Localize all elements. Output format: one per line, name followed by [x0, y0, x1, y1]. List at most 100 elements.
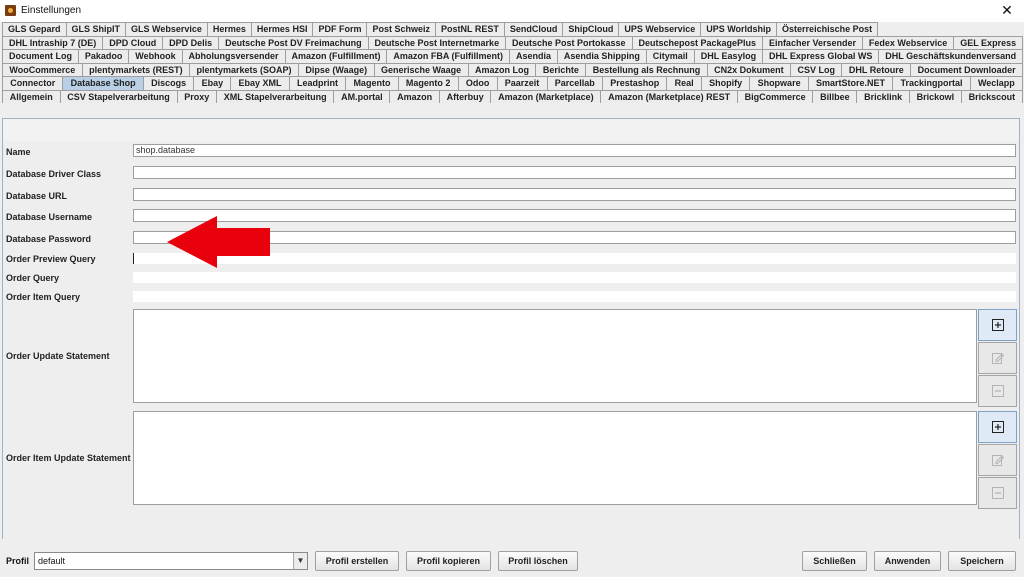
- speichern-button[interactable]: Speichern: [948, 551, 1016, 571]
- tab-magento-2[interactable]: Magento 2: [397, 76, 459, 90]
- tab-real[interactable]: Real: [666, 76, 702, 90]
- tab-deutsche-post-dv-freimachung[interactable]: Deutsche Post DV Freimachung: [218, 35, 369, 49]
- tab-gel-express[interactable]: GEL Express: [953, 35, 1024, 49]
- tab-amazon-fulfillment[interactable]: Amazon (Fulfillment): [284, 49, 388, 63]
- edit-order-item-update-button[interactable]: [978, 444, 1017, 476]
- order-query-field[interactable]: [133, 272, 1016, 283]
- tab-csv-log[interactable]: CSV Log: [790, 62, 843, 76]
- tab-amazon-fba-fulfillment[interactable]: Amazon FBA (Fulfillment): [386, 49, 510, 63]
- profil-loeschen-button[interactable]: Profil löschen: [498, 551, 578, 571]
- tab-dhl-easylog[interactable]: DHL Easylog: [693, 49, 764, 63]
- close-button[interactable]: ✕: [990, 0, 1024, 22]
- tab-prestashop[interactable]: Prestashop: [601, 76, 668, 90]
- tab-gls-gepard[interactable]: GLS Gepard: [2, 22, 67, 36]
- tab-xml-stapelverarbeitung[interactable]: XML Stapelverarbeitung: [216, 89, 335, 103]
- tab-citymail[interactable]: Citymail: [645, 49, 695, 63]
- schliessen-button[interactable]: Schließen: [802, 551, 867, 571]
- name-field[interactable]: shop.database: [133, 144, 1016, 157]
- tab-allgemein[interactable]: Allgemein: [2, 89, 61, 103]
- order-item-query-field[interactable]: [133, 291, 1016, 302]
- database-url-field[interactable]: [133, 188, 1016, 201]
- tab-bigcommerce[interactable]: BigCommerce: [736, 89, 814, 103]
- tab-sendcloud[interactable]: SendCloud: [503, 22, 564, 36]
- tab-amazon-log[interactable]: Amazon Log: [467, 62, 537, 76]
- tab-deutschepost-packageplus[interactable]: Deutschepost PackagePlus: [631, 35, 763, 49]
- tab-hermes[interactable]: Hermes: [206, 22, 252, 36]
- profil-kopieren-button[interactable]: Profil kopieren: [406, 551, 491, 571]
- tab-paarzeit[interactable]: Paarzeit: [496, 76, 548, 90]
- tab-document-log[interactable]: Document Log: [2, 49, 79, 63]
- tab-shopware[interactable]: Shopware: [749, 76, 809, 90]
- tab-cn2x-dokument[interactable]: CN2x Dokument: [706, 62, 792, 76]
- tab-generische-waage[interactable]: Generische Waage: [373, 62, 469, 76]
- tab-österreichische-post[interactable]: Österreichische Post: [776, 22, 879, 36]
- tab-proxy[interactable]: Proxy: [176, 89, 218, 103]
- tab-ups-webservice[interactable]: UPS Webservice: [618, 22, 702, 36]
- tab-shipcloud[interactable]: ShipCloud: [562, 22, 620, 36]
- tab-deutsche-post-portokasse[interactable]: Deutsche Post Portokasse: [505, 35, 633, 49]
- tab-einfacher-versender[interactable]: Einfacher Versender: [761, 35, 863, 49]
- tab-billbee[interactable]: Billbee: [812, 89, 858, 103]
- tab-berichte[interactable]: Berichte: [535, 62, 587, 76]
- profil-erstellen-button[interactable]: Profil erstellen: [315, 551, 399, 571]
- tab-postnl-rest[interactable]: PostNL REST: [434, 22, 505, 36]
- order-item-update-statement-list[interactable]: [133, 411, 977, 505]
- order-update-statement-list[interactable]: [133, 309, 977, 403]
- profil-select[interactable]: default ▼: [34, 552, 308, 570]
- tab-deutsche-post-internetmarke[interactable]: Deutsche Post Internetmarke: [367, 35, 507, 49]
- edit-order-update-button[interactable]: [978, 342, 1017, 374]
- anwenden-button[interactable]: Anwenden: [874, 551, 941, 571]
- tab-magento[interactable]: Magento: [345, 76, 399, 90]
- tab-pdf-form[interactable]: PDF Form: [312, 22, 368, 36]
- tab-dhl-geschäftskundenversand[interactable]: DHL Geschäftskundenversand: [878, 49, 1024, 63]
- tab-dhl-express-global-ws[interactable]: DHL Express Global WS: [762, 49, 880, 63]
- tab-hermes-hsi[interactable]: Hermes HSI: [250, 22, 314, 36]
- tab-parcellab[interactable]: Parcellab: [546, 76, 603, 90]
- tab-am-portal[interactable]: AM.portal: [333, 89, 391, 103]
- tab-fedex-webservice[interactable]: Fedex Webservice: [861, 35, 955, 49]
- tab-document-downloader[interactable]: Document Downloader: [910, 62, 1024, 76]
- tab-amazon-marketplace-rest[interactable]: Amazon (Marketplace) REST: [600, 89, 738, 103]
- tab-woocommerce[interactable]: WooCommerce: [2, 62, 83, 76]
- tab-bricklink[interactable]: Bricklink: [856, 89, 910, 103]
- tab-dipse-waage[interactable]: Dipse (Waage): [298, 62, 375, 76]
- tab-trackingportal[interactable]: Trackingportal: [892, 76, 971, 90]
- tab-odoo[interactable]: Odoo: [457, 76, 498, 90]
- tab-asendia[interactable]: Asendia: [509, 49, 558, 63]
- tab-bestellung-als-rechnung[interactable]: Bestellung als Rechnung: [585, 62, 708, 76]
- tab-leadprint[interactable]: Leadprint: [288, 76, 347, 90]
- chevron-down-icon[interactable]: ▼: [293, 553, 307, 569]
- tab-dpd-cloud[interactable]: DPD Cloud: [102, 35, 164, 49]
- tab-gls-webservice[interactable]: GLS Webservice: [125, 22, 208, 36]
- tab-brickscout[interactable]: Brickscout: [960, 89, 1023, 103]
- add-order-item-update-button[interactable]: [978, 411, 1017, 443]
- tab-smartstore-net[interactable]: SmartStore.NET: [807, 76, 894, 90]
- tab-ebay-xml[interactable]: Ebay XML: [230, 76, 290, 90]
- tab-csv-stapelverarbeitung[interactable]: CSV Stapelverarbeitung: [59, 89, 178, 103]
- tab-afterbuy[interactable]: Afterbuy: [438, 89, 492, 103]
- tab-discogs[interactable]: Discogs: [142, 76, 195, 90]
- tab-abholungsversender[interactable]: Abholungsversender: [181, 49, 286, 63]
- tab-ebay[interactable]: Ebay: [193, 76, 232, 90]
- tab-pakadoo[interactable]: Pakadoo: [77, 49, 130, 63]
- tab-dhl-retoure[interactable]: DHL Retoure: [841, 62, 912, 76]
- tab-brickowl[interactable]: Brickowl: [908, 89, 962, 103]
- tab-dpd-delis[interactable]: DPD Delis: [162, 35, 220, 49]
- add-order-update-button[interactable]: [978, 309, 1017, 341]
- tab-shopify[interactable]: Shopify: [700, 76, 751, 90]
- tab-plentymarkets-rest[interactable]: plentymarkets (REST): [81, 62, 191, 76]
- tab-gls-shipit[interactable]: GLS ShipIT: [65, 22, 127, 36]
- tab-connector[interactable]: Connector: [2, 76, 64, 90]
- tab-weclapp[interactable]: Weclapp: [969, 76, 1023, 90]
- tab-amazon-marketplace[interactable]: Amazon (Marketplace): [490, 89, 602, 103]
- remove-order-item-update-button[interactable]: [978, 477, 1017, 509]
- tab-webhook[interactable]: Webhook: [128, 49, 183, 63]
- database-driver-class-field[interactable]: [133, 166, 1016, 179]
- tab-plentymarkets-soap[interactable]: plentymarkets (SOAP): [189, 62, 299, 76]
- tab-post-schweiz[interactable]: Post Schweiz: [366, 22, 436, 36]
- tab-dhl-intraship-7-de[interactable]: DHL Intraship 7 (DE): [2, 35, 104, 49]
- remove-order-update-button[interactable]: [978, 375, 1017, 407]
- tab-ups-worldship[interactable]: UPS Worldship: [700, 22, 778, 36]
- tab-database-shop[interactable]: Database Shop: [62, 76, 144, 90]
- tab-amazon[interactable]: Amazon: [389, 89, 440, 103]
